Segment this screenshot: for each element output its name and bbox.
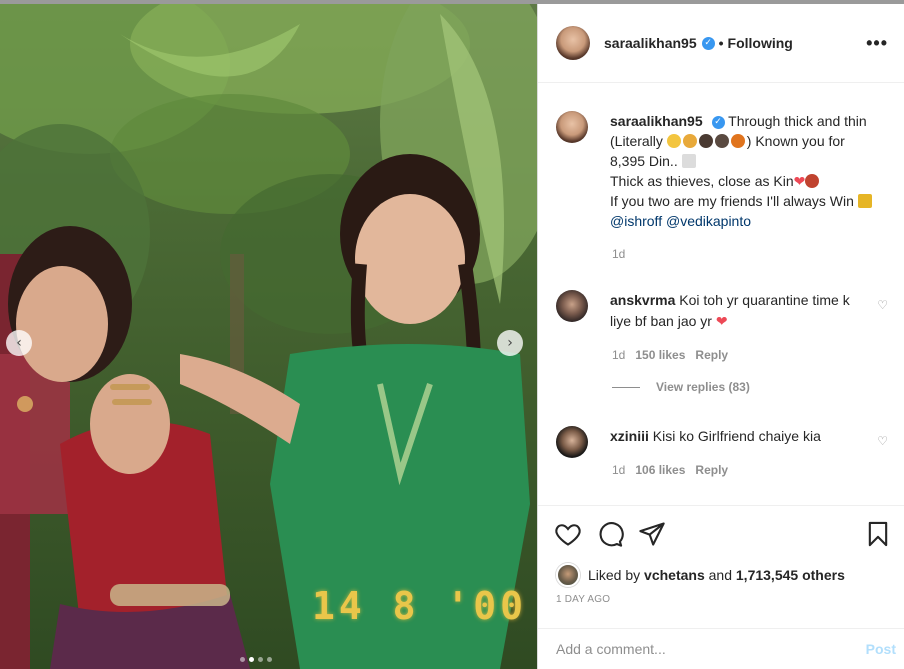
view-replies-label: View replies (83) bbox=[656, 380, 750, 394]
more-options-icon[interactable]: ••• bbox=[866, 33, 888, 54]
caption-line3: If you two are my friends I'll always Wi… bbox=[610, 193, 854, 209]
instagram-post-window: ‹ › 14 8 '00 saraalikhan95 ✓ • Following… bbox=[0, 0, 904, 669]
commenter-avatar[interactable] bbox=[556, 290, 588, 322]
caption-author-avatar[interactable] bbox=[556, 111, 588, 143]
comment-input[interactable] bbox=[556, 641, 866, 657]
carousel-dot bbox=[240, 657, 245, 662]
comment-meta: 1d 106 likes Reply bbox=[612, 463, 728, 477]
liker-username[interactable]: vchetans bbox=[644, 567, 705, 583]
carousel-indicator bbox=[240, 657, 272, 662]
carousel-dot-active bbox=[249, 657, 254, 662]
emoji-icon bbox=[666, 134, 681, 148]
comment-likes[interactable]: 150 likes bbox=[635, 348, 685, 362]
post-timestamp[interactable]: 1 DAY AGO bbox=[538, 588, 904, 605]
liked-by-prefix: Liked by bbox=[588, 567, 641, 583]
reply-button[interactable]: Reply bbox=[695, 348, 728, 362]
post-header: saraalikhan95 ✓ • Following ••• bbox=[538, 4, 904, 83]
verified-badge-icon: ✓ bbox=[701, 36, 715, 50]
comment-time[interactable]: 1d bbox=[612, 463, 625, 477]
liked-by-middle: and bbox=[708, 567, 732, 583]
post-actions: Liked by vchetans and 1,713,545 others 1… bbox=[538, 505, 904, 605]
divider-line bbox=[612, 386, 640, 388]
action-icons bbox=[538, 506, 904, 562]
view-replies-button[interactable]: View replies (83) bbox=[612, 380, 750, 394]
comment-icon[interactable] bbox=[596, 520, 624, 548]
comment-meta: 1d 150 likes Reply bbox=[612, 348, 728, 362]
author-username[interactable]: saraalikhan95 bbox=[604, 35, 697, 51]
likes-count-link[interactable]: 1,713,545 others bbox=[736, 567, 845, 583]
crown-icon bbox=[857, 194, 872, 208]
post-photo[interactable]: ‹ › 14 8 '00 bbox=[0, 4, 537, 669]
comments-section[interactable]: saraalikhan95 ✓ Through thick and thin (… bbox=[538, 84, 904, 504]
carousel-next-button[interactable]: › bbox=[497, 330, 523, 356]
red-heart-icon: ❤ bbox=[793, 173, 806, 189]
reply-button[interactable]: Reply bbox=[695, 463, 728, 477]
post-details-panel: saraalikhan95 ✓ • Following ••• saraalik… bbox=[537, 4, 904, 669]
mention-link[interactable]: @ishroff bbox=[610, 213, 662, 229]
emoji-icon bbox=[805, 174, 820, 188]
comment-text: xziniii Kisi ko Girlfriend chaiye kia bbox=[610, 426, 860, 458]
emoji-icon bbox=[698, 134, 713, 148]
emoji-icon bbox=[714, 134, 729, 148]
liked-by-text: Liked by vchetans and 1,713,545 others bbox=[588, 567, 845, 583]
separator-dot: • bbox=[718, 35, 724, 51]
photo-date-stamp: 14 8 '00 bbox=[312, 584, 528, 628]
carousel-dot bbox=[267, 657, 272, 662]
red-heart-icon: ❤ bbox=[715, 313, 728, 329]
following-button[interactable]: Following bbox=[728, 35, 793, 51]
comment-item: anskvrma Koi toh yr quarantine time k li… bbox=[556, 290, 896, 332]
comment-time[interactable]: 1d bbox=[612, 348, 625, 362]
verified-badge-icon: ✓ bbox=[711, 115, 725, 129]
commenter-username[interactable]: anskvrma bbox=[610, 292, 675, 308]
chevron-right-icon: › bbox=[507, 335, 513, 351]
share-icon[interactable] bbox=[638, 520, 666, 548]
comment-item: xziniii Kisi ko Girlfriend chaiye kia ♡ bbox=[556, 426, 896, 458]
chevron-left-icon: ‹ bbox=[16, 335, 22, 351]
bookmark-icon[interactable] bbox=[864, 520, 892, 548]
mention-link[interactable]: @vedikapinto bbox=[666, 213, 751, 229]
emoji-icon bbox=[681, 154, 696, 168]
commenter-username[interactable]: xziniii bbox=[610, 428, 649, 444]
carousel-dot bbox=[258, 657, 263, 662]
comment-like-icon[interactable]: ♡ bbox=[877, 434, 888, 448]
emoji-icon bbox=[730, 134, 745, 148]
comment-body: Kisi ko Girlfriend chaiye kia bbox=[652, 428, 821, 444]
comment-like-icon[interactable]: ♡ bbox=[877, 298, 888, 312]
liked-by-summary: Liked by vchetans and 1,713,545 others bbox=[538, 562, 904, 588]
carousel-prev-button[interactable]: ‹ bbox=[6, 330, 32, 356]
author-avatar[interactable] bbox=[556, 26, 590, 60]
comment-text: anskvrma Koi toh yr quarantine time k li… bbox=[610, 290, 860, 332]
heart-icon[interactable] bbox=[554, 520, 582, 548]
commenter-avatar[interactable] bbox=[556, 426, 588, 458]
post-caption: saraalikhan95 ✓ Through thick and thin (… bbox=[556, 111, 896, 231]
post-comment-button[interactable]: Post bbox=[866, 641, 896, 657]
add-comment-bar: Post bbox=[538, 628, 904, 669]
photo-illustration bbox=[0, 4, 537, 669]
caption-username[interactable]: saraalikhan95 bbox=[610, 113, 703, 129]
caption-timestamp[interactable]: 1d bbox=[612, 247, 625, 261]
comment-likes[interactable]: 106 likes bbox=[635, 463, 685, 477]
caption-text: saraalikhan95 ✓ Through thick and thin (… bbox=[610, 111, 880, 231]
caption-line2: Thick as thieves, close as Kin bbox=[610, 173, 794, 189]
emoji-icon bbox=[682, 134, 697, 148]
liker-avatar[interactable] bbox=[556, 563, 580, 587]
